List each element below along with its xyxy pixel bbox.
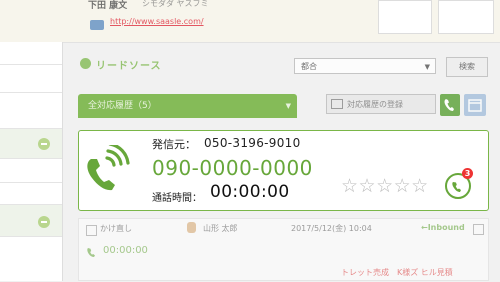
list-item[interactable]	[0, 204, 62, 237]
history-call-time: 00:00:00	[103, 245, 148, 256]
caller-id-label: 発信元：	[152, 138, 196, 151]
collapse-icon[interactable]	[38, 138, 50, 150]
notification-badge: 3	[462, 168, 473, 179]
list-item[interactable]	[0, 182, 62, 205]
callback-checkbox[interactable]	[86, 225, 97, 236]
lead-source-select[interactable]: 都合 ▼	[294, 58, 436, 74]
tab-label: 全対応履歴（5）	[88, 101, 157, 111]
list-item[interactable]	[0, 158, 62, 183]
callback-label: かけ直し	[100, 224, 132, 233]
calendar-tab-button[interactable]	[464, 94, 486, 116]
call-duration-timer: 00:00:00	[210, 182, 290, 202]
header-box-1	[378, 0, 432, 34]
phone-icon	[87, 248, 95, 257]
lead-source-icon	[80, 58, 91, 69]
customer-name-kana: シモダダ ヤスフミ	[142, 0, 209, 8]
select-value: 都合	[301, 62, 317, 71]
incoming-number: 090-0000-0000	[152, 156, 313, 180]
list-item[interactable]	[0, 64, 62, 93]
chevron-down-icon: ▼	[285, 102, 291, 110]
caller-id-number: 050-3196-9010	[204, 136, 301, 150]
button-label: 対応履歴の登録	[347, 100, 403, 109]
chevron-down-icon: ▼	[424, 63, 430, 71]
lead-source-title: リードソース	[96, 61, 162, 72]
header-box-2	[438, 0, 494, 34]
phone-tab-button[interactable]	[440, 94, 460, 116]
call-duration-label: 通話時間：	[152, 193, 202, 204]
search-button[interactable]: 検索	[446, 57, 488, 77]
list-item[interactable]	[0, 128, 62, 159]
user-icon	[187, 222, 196, 233]
incoming-call-card: 発信元： 050-3196-9010 090-0000-0000 通話時間： 0…	[78, 130, 489, 211]
rating-stars[interactable]: ☆☆☆☆☆	[341, 175, 429, 197]
history-person: 山形 太郎	[203, 224, 238, 233]
history-checkbox[interactable]	[473, 224, 484, 235]
customer-url-link[interactable]: http://www.saasle.com/	[110, 17, 204, 26]
monitor-icon	[90, 20, 104, 30]
calendar-icon	[468, 99, 482, 112]
collapse-icon[interactable]	[38, 216, 50, 228]
history-date: 2017/5/12(金) 10:04	[291, 224, 372, 233]
edit-icon	[331, 99, 343, 109]
list-item[interactable]	[0, 92, 62, 129]
history-note: トレット売成 K様ズ ヒル見積	[341, 268, 453, 277]
customer-name: 下田 康文	[88, 1, 128, 11]
lead-list-pane	[0, 42, 63, 281]
call-direction: ←Inbound	[421, 223, 465, 232]
tab-all-history[interactable]: 全対応履歴（5） ▼	[78, 94, 297, 118]
customer-header: 下田 康文 シモダダ ヤスフミ http://www.saasle.com/	[0, 0, 500, 43]
register-history-button[interactable]: 対応履歴の登録	[326, 94, 436, 114]
phone-icon	[452, 182, 461, 192]
phone-icon	[444, 99, 454, 111]
list-item[interactable]	[0, 236, 62, 282]
phone-ringing-icon	[87, 145, 130, 191]
history-entry: かけ直し 山形 太郎 2017/5/12(金) 10:04 ←Inbound 0…	[78, 218, 489, 281]
